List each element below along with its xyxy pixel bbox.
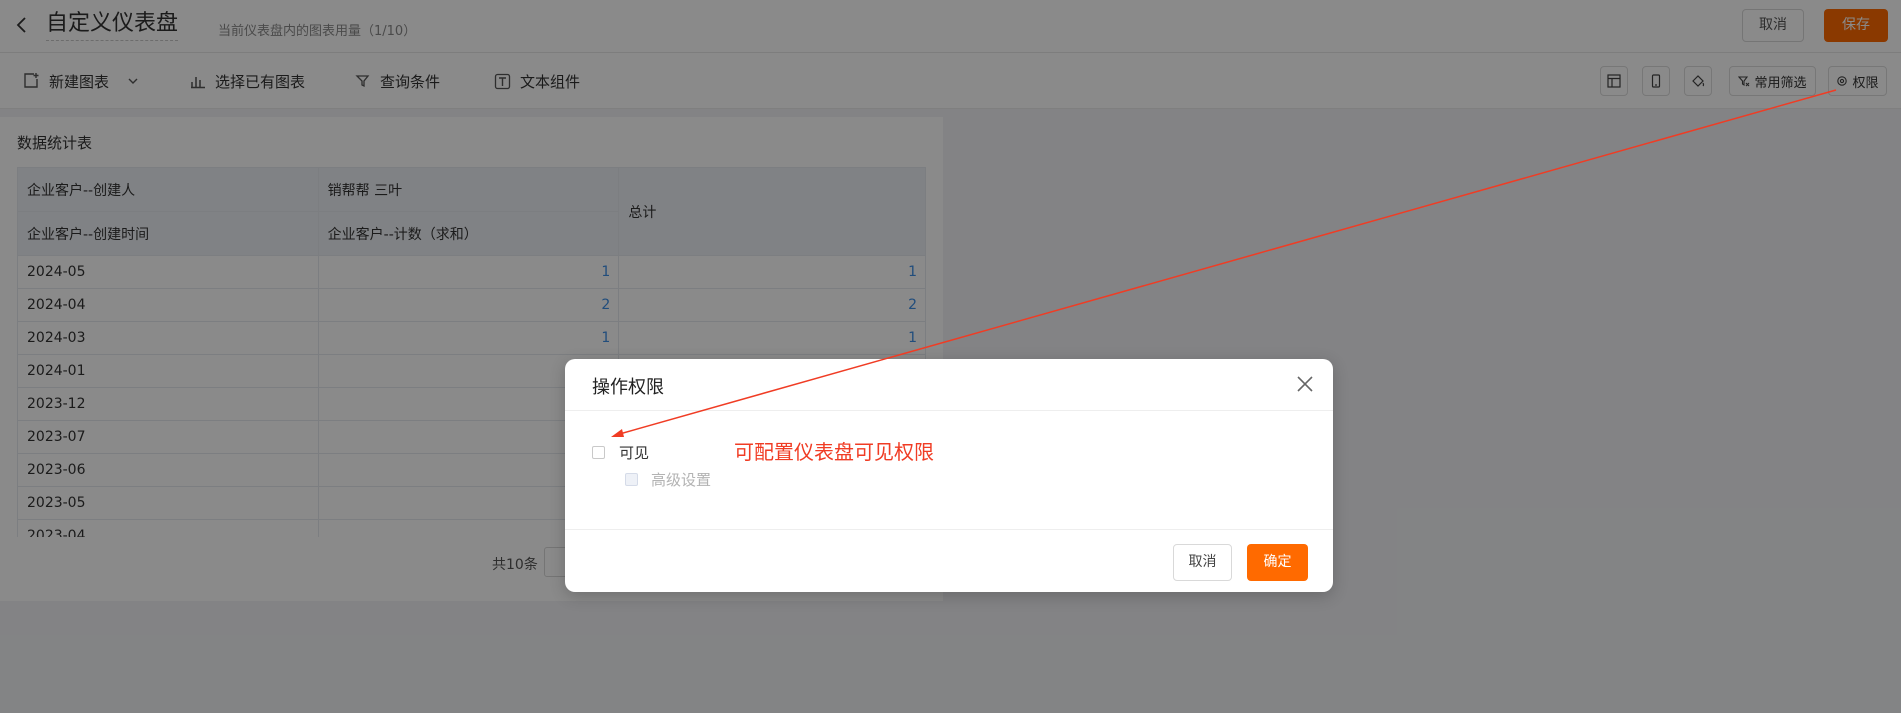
permission-dialog: 操作权限 可见 高级设置 可配置仪表盘可见权限 取消 确定 <box>565 359 1333 592</box>
dialog-confirm-button[interactable]: 确定 <box>1247 544 1308 581</box>
advanced-settings-label: 高级设置 <box>651 471 712 489</box>
visible-checkbox-label[interactable]: 可见 <box>619 442 649 463</box>
annotation-text: 可配置仪表盘可见权限 <box>734 440 934 464</box>
advanced-settings-checkbox[interactable] <box>625 473 638 486</box>
dialog-footer-divider <box>565 529 1333 530</box>
visible-checkbox[interactable] <box>592 446 605 459</box>
close-icon[interactable] <box>1295 374 1315 394</box>
dialog-header-divider <box>565 410 1333 411</box>
dialog-cancel-button[interactable]: 取消 <box>1173 544 1232 581</box>
modal-mask[interactable] <box>0 0 1901 713</box>
dialog-title: 操作权限 <box>592 377 664 398</box>
